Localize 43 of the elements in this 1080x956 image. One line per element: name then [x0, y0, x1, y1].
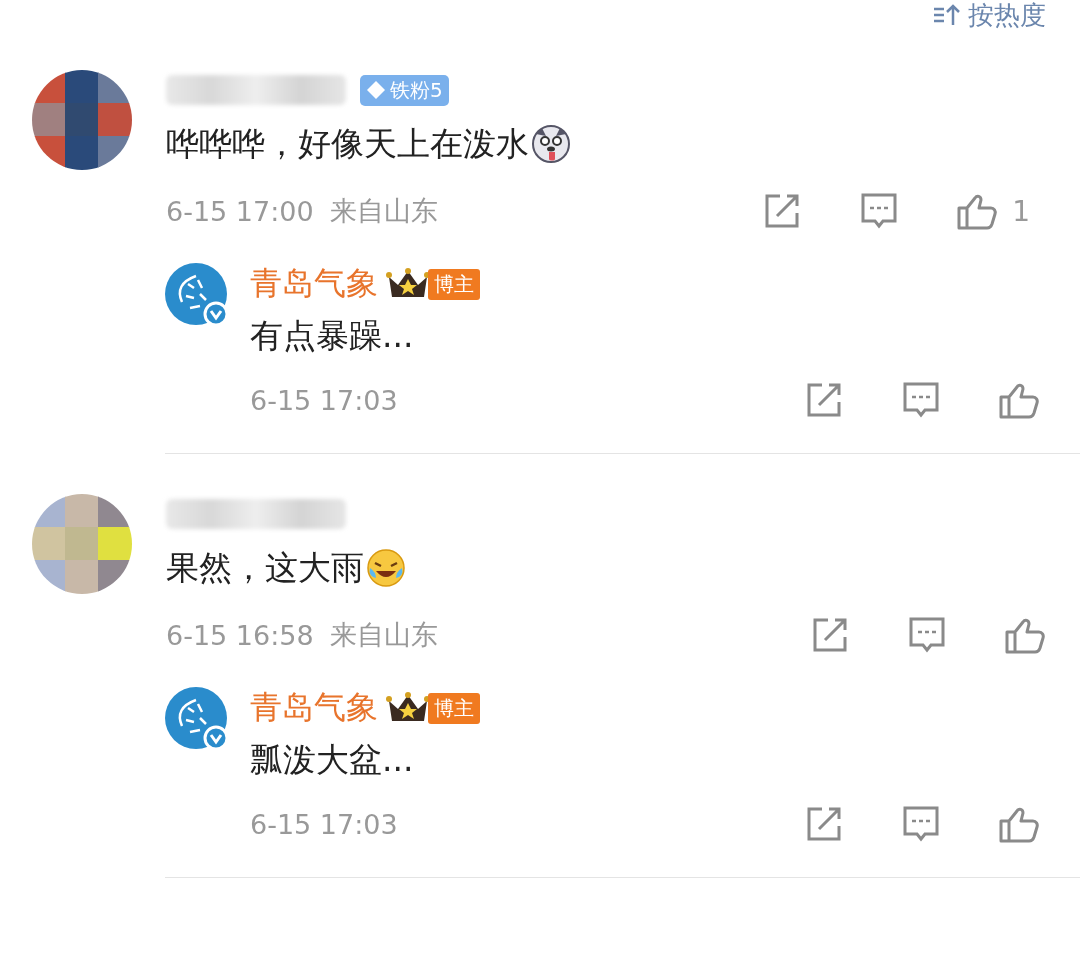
diamond-icon — [366, 80, 386, 100]
comment-icon — [908, 616, 946, 654]
like-button[interactable] — [998, 381, 1040, 419]
thumbs-up-icon — [1004, 616, 1046, 654]
thumbs-up-icon — [998, 381, 1040, 419]
sort-button[interactable]: 按热度 — [932, 0, 1046, 33]
comment-button[interactable] — [860, 192, 899, 230]
comment-button[interactable] — [902, 805, 940, 843]
comment-button[interactable] — [902, 381, 940, 419]
comment-icon — [902, 381, 940, 419]
like-button[interactable] — [1004, 616, 1046, 654]
timestamp: 6-15 17:00 — [166, 195, 314, 227]
share-icon — [812, 617, 850, 653]
share-icon — [806, 806, 844, 842]
thumbs-up-icon — [956, 192, 999, 230]
dog-emoji-icon — [531, 124, 571, 164]
sort-icon — [932, 3, 962, 27]
thumbs-up-icon — [998, 805, 1040, 843]
author-name[interactable]: 青岛气象 — [250, 262, 378, 306]
share-button[interactable] — [806, 382, 844, 418]
share-button[interactable] — [812, 617, 850, 653]
reply-text: 瓢泼大盆... — [250, 739, 415, 781]
share-icon — [806, 382, 844, 418]
timestamp: 6-15 17:03 — [250, 808, 398, 840]
like-button[interactable]: 1 — [956, 192, 1046, 230]
like-button[interactable] — [998, 805, 1040, 843]
share-button[interactable] — [806, 806, 844, 842]
comment-icon — [860, 192, 899, 230]
fan-badge: 铁粉5 — [360, 74, 449, 106]
comment-button[interactable] — [908, 616, 946, 654]
author-badge: 博主 — [428, 268, 480, 300]
author-name[interactable]: 青岛气象 — [250, 686, 378, 730]
location-text: 来自山东 — [329, 618, 438, 652]
comment-text: 哗哗哗，好像天上在泼水 — [166, 122, 529, 165]
timestamp: 6-15 16:58 — [166, 619, 314, 651]
reply-text: 有点暴躁... — [250, 315, 415, 357]
avatar-icon[interactable] — [32, 70, 132, 170]
timestamp: 6-15 17:03 — [250, 384, 398, 416]
author-badge: 博主 — [428, 692, 480, 724]
laughing-crying-emoji-icon — [366, 548, 406, 588]
location-text: 来自山东 — [329, 194, 438, 228]
comment-icon — [902, 805, 940, 843]
comment-text: 果然，这大雨 — [166, 546, 364, 589]
